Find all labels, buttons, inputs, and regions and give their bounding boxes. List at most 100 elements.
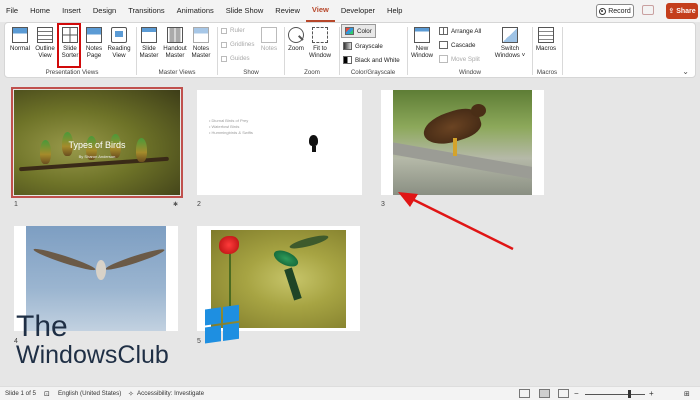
tab-insert[interactable]: Insert: [56, 0, 87, 22]
slide-master-button[interactable]: Slide Master: [138, 27, 160, 59]
macros-group-label: Macros: [536, 69, 558, 76]
slide-sorter-status-icon[interactable]: [539, 389, 550, 398]
grayscale-label: Grayscale: [355, 42, 383, 50]
tab-transitions[interactable]: Transitions: [122, 0, 170, 22]
zoom-button[interactable]: Zoom: [286, 27, 306, 52]
record-icon: [599, 7, 607, 15]
color-group-label: Color/Grayscale: [350, 69, 396, 76]
slide-master-label-1: Slide: [142, 45, 156, 52]
notes-icon: [261, 27, 277, 43]
notes-page-icon: [86, 27, 102, 43]
ruler-checkbox[interactable]: Ruler: [221, 27, 245, 34]
zoom-group-label: Zoom: [304, 69, 320, 76]
gridlines-label: Gridlines: [230, 41, 255, 48]
zoom-in-icon[interactable]: +: [649, 389, 654, 398]
zoom-label: Zoom: [288, 45, 304, 52]
fit-to-window-button[interactable]: Fit to Window: [307, 27, 333, 59]
reading-label-1: Reading: [107, 45, 131, 52]
slide-2-bullets: • Diurnal Birds of Prey • Waterfowl Bird…: [209, 118, 253, 136]
grayscale-swatch-icon: [343, 42, 352, 50]
slide-number-1: 1: [14, 201, 18, 208]
macros-icon: [538, 27, 554, 43]
normal-label: Normal: [10, 45, 30, 52]
macros-button[interactable]: Macros: [534, 27, 558, 52]
tab-home[interactable]: Home: [24, 0, 56, 22]
move-split-button[interactable]: Move Split: [439, 55, 480, 63]
fit-label-1: Fit to: [313, 45, 327, 52]
ruler-check-icon: [221, 27, 227, 34]
notes-page-button[interactable]: Notes Page: [83, 27, 105, 59]
ribbon: Normal Outline View Slide Sorter Notes P…: [4, 22, 696, 78]
accessibility-status[interactable]: Accessibility: Investigate: [137, 390, 204, 397]
tab-review[interactable]: Review: [269, 0, 306, 22]
share-label: Share: [676, 7, 696, 15]
notes-page-label-2: Page: [86, 52, 102, 59]
zoom-slider[interactable]: [585, 393, 645, 395]
gull-body-image: [96, 260, 106, 280]
tab-animations[interactable]: Animations: [171, 0, 220, 22]
normal-view-status-icon[interactable]: [519, 389, 530, 398]
guides-check-icon: [221, 55, 227, 62]
watermark-text: The WindowsClub: [16, 310, 169, 369]
move-split-label: Move Split: [451, 55, 480, 63]
tab-help[interactable]: Help: [381, 0, 408, 22]
new-window-icon: [414, 27, 430, 43]
tab-view[interactable]: View: [305, 0, 335, 22]
slide-thumbnail-2[interactable]: • Diurnal Birds of Prey • Waterfowl Bird…: [197, 90, 362, 195]
slide-number-2: 2: [197, 201, 201, 208]
fit-to-window-icon: [312, 27, 328, 43]
color-swatch-icon: [345, 27, 354, 35]
notes-button[interactable]: Notes: [257, 27, 281, 52]
hawk-leg-image: [453, 138, 457, 156]
color-button[interactable]: Color: [341, 24, 376, 38]
tab-developer[interactable]: Developer: [335, 0, 381, 22]
color-label: Color: [357, 27, 372, 35]
slide-master-label-2: Master: [139, 52, 159, 59]
slide-sorter-highlight: [57, 23, 81, 68]
handout-master-button[interactable]: Handout Master: [161, 27, 189, 59]
watermark-line-1: The: [16, 310, 68, 343]
slide-thumbnail-1[interactable]: Types of Birds By Sharon Anderson: [11, 87, 183, 198]
reading-view-icon: [111, 27, 127, 43]
zoom-out-icon[interactable]: −: [574, 389, 579, 398]
collapse-ribbon-icon[interactable]: ⌄: [682, 67, 689, 76]
black-and-white-button[interactable]: Black and White: [343, 56, 400, 64]
gridlines-checkbox[interactable]: Gridlines: [221, 41, 254, 48]
tab-slide-show[interactable]: Slide Show: [220, 0, 270, 22]
separator: [136, 27, 137, 75]
guides-checkbox[interactable]: Guides: [221, 55, 250, 62]
tab-file[interactable]: File: [0, 0, 24, 22]
master-views-group-label: Master Views: [158, 69, 196, 76]
new-window-button[interactable]: New Window: [409, 27, 435, 59]
cascade-button[interactable]: Cascade: [439, 41, 475, 49]
record-button[interactable]: Record: [596, 4, 634, 18]
normal-view-button[interactable]: Normal: [9, 27, 31, 52]
outline-label-2: View: [38, 52, 52, 59]
slide-master-icon: [141, 27, 157, 43]
reading-view-status-icon[interactable]: [558, 389, 569, 398]
switch-windows-icon: [502, 27, 518, 43]
accessibility-icon: ✧: [128, 390, 134, 398]
zoom-slider-handle[interactable]: [628, 390, 631, 398]
comments-icon[interactable]: [642, 5, 654, 15]
slide-thumbnail-3[interactable]: [381, 90, 544, 195]
notes-master-label-1: Notes: [192, 45, 210, 52]
spelling-icon[interactable]: ⊡: [44, 390, 50, 398]
outline-view-button[interactable]: Outline View: [33, 27, 57, 59]
switch-windows-button[interactable]: Switch Windows ˅: [493, 27, 527, 59]
fit-slide-icon[interactable]: ⊞: [684, 390, 690, 398]
grayscale-button[interactable]: Grayscale: [343, 42, 383, 50]
reading-view-button[interactable]: Reading View: [106, 27, 132, 59]
notes-master-icon: [193, 27, 209, 43]
notes-page-label-1: Notes: [85, 45, 103, 52]
bw-label: Black and White: [355, 56, 400, 64]
slide-1-subtitle: By Sharon Anderson: [78, 154, 116, 159]
fit-label-2: Window: [308, 52, 331, 59]
language-status[interactable]: English (United States): [58, 390, 121, 397]
tab-design[interactable]: Design: [87, 0, 122, 22]
notes-label: Notes: [260, 45, 278, 52]
share-button[interactable]: ⇪ Share: [666, 3, 698, 19]
notes-master-button[interactable]: Notes Master: [190, 27, 212, 59]
status-bar: Slide 1 of 5 ⊡ English (United States) ✧…: [0, 386, 700, 400]
arrange-all-button[interactable]: Arrange All: [439, 27, 481, 35]
